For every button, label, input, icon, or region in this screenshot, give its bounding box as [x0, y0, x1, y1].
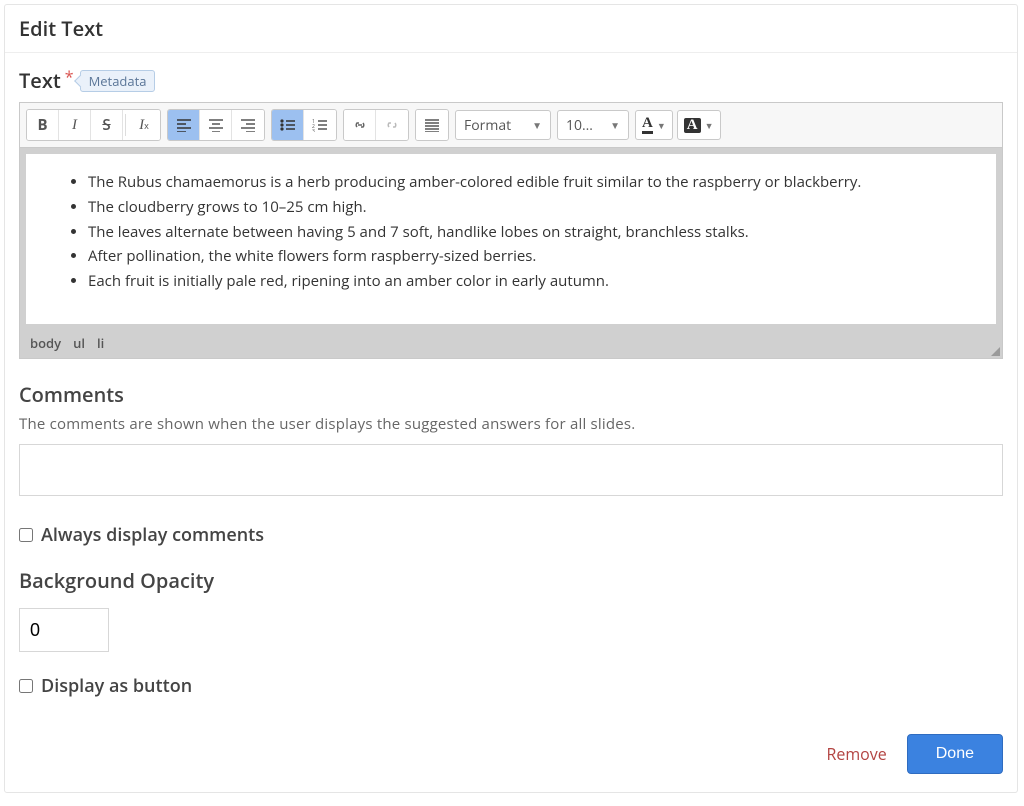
- path-segment[interactable]: body: [30, 334, 61, 352]
- block-group: [415, 109, 449, 141]
- required-asterisk: *: [65, 66, 74, 88]
- list-item: The cloudberry grows to 10–25 cm high.: [88, 195, 976, 220]
- italic-button[interactable]: I: [59, 110, 91, 140]
- text-label: Text: [19, 67, 61, 94]
- display-as-button-label: Display as button: [41, 674, 192, 698]
- align-left-icon: [176, 118, 192, 132]
- list-item: The Rubus chamaemorus is a herb producin…: [88, 170, 976, 195]
- align-group: [167, 109, 265, 141]
- align-center-button[interactable]: [200, 110, 232, 140]
- background-color-icon: A: [684, 118, 701, 133]
- comments-label: Comments: [19, 381, 1003, 408]
- unlink-button[interactable]: [376, 110, 408, 140]
- separator: [125, 114, 126, 136]
- display-as-button-checkbox[interactable]: [19, 679, 33, 693]
- list-item: The leaves alternate between having 5 an…: [88, 220, 976, 245]
- size-dropdown[interactable]: 10… ▼: [557, 110, 629, 140]
- align-right-button[interactable]: [232, 110, 264, 140]
- always-display-row[interactable]: Always display comments: [19, 523, 1003, 547]
- editor-element-path: body ul li: [20, 330, 1002, 358]
- chevron-down-icon: ▼: [610, 118, 620, 132]
- background-color-button[interactable]: A ▼: [677, 110, 721, 140]
- text-color-icon: A: [642, 116, 653, 134]
- format-dropdown[interactable]: Format ▼: [455, 110, 551, 140]
- path-segment[interactable]: ul: [73, 334, 85, 352]
- align-right-icon: [240, 118, 256, 132]
- justify-icon: [424, 118, 440, 132]
- list-group: 123: [271, 109, 337, 141]
- bold-button[interactable]: B: [27, 110, 59, 140]
- link-button[interactable]: [344, 110, 376, 140]
- display-as-button-row[interactable]: Display as button: [19, 674, 1003, 698]
- strikethrough-button[interactable]: S: [91, 110, 123, 140]
- format-dropdown-label: Format: [464, 116, 511, 135]
- rich-text-editor: B I S Ix: [19, 102, 1003, 359]
- bulleted-list-icon: [280, 118, 296, 132]
- unlink-icon: [384, 118, 400, 132]
- justify-button[interactable]: [416, 110, 448, 140]
- link-icon: [352, 118, 368, 132]
- chevron-down-icon: ▼: [657, 119, 666, 132]
- numbered-list-button[interactable]: 123: [304, 110, 336, 140]
- align-center-icon: [208, 118, 224, 132]
- remove-format-button[interactable]: Ix: [128, 110, 160, 140]
- editor-content-area[interactable]: The Rubus chamaemorus is a herb producin…: [26, 154, 996, 324]
- align-left-button[interactable]: [168, 110, 200, 140]
- bulleted-list-button[interactable]: [272, 110, 304, 140]
- panel-title: Edit Text: [5, 5, 1017, 53]
- background-opacity-label: Background Opacity: [19, 567, 1003, 594]
- list-item: Each fruit is initially pale red, ripeni…: [88, 269, 976, 294]
- metadata-chip[interactable]: Metadata: [80, 70, 156, 92]
- remove-button[interactable]: Remove: [826, 743, 886, 765]
- always-display-checkbox[interactable]: [19, 528, 33, 542]
- edit-text-panel: Edit Text Text * Metadata B I S Ix: [4, 4, 1018, 793]
- chevron-down-icon: ▼: [705, 119, 714, 132]
- bullet-list: The Rubus chamaemorus is a herb producin…: [46, 170, 976, 294]
- text-color-button[interactable]: A ▼: [635, 110, 673, 140]
- background-opacity-input[interactable]: [19, 608, 109, 652]
- path-segment[interactable]: li: [97, 334, 104, 352]
- size-dropdown-label: 10…: [566, 116, 593, 135]
- numbered-list-icon: 123: [312, 118, 328, 132]
- done-button[interactable]: Done: [907, 734, 1003, 774]
- link-group: [343, 109, 409, 141]
- chevron-down-icon: ▼: [532, 118, 542, 132]
- resize-handle-icon[interactable]: [991, 347, 1000, 356]
- list-item: After pollination, the white flowers for…: [88, 244, 976, 269]
- editor-toolbar: B I S Ix: [20, 103, 1002, 148]
- panel-body: Text * Metadata B I S Ix: [5, 53, 1017, 792]
- svg-text:3: 3: [312, 129, 315, 132]
- comments-input[interactable]: [19, 444, 1003, 496]
- footer-actions: Remove Done: [19, 734, 1003, 778]
- comments-help-text: The comments are shown when the user dis…: [19, 414, 1003, 434]
- text-field-label-row: Text * Metadata: [19, 67, 1003, 94]
- always-display-label: Always display comments: [41, 523, 264, 547]
- text-style-group: B I S Ix: [26, 109, 161, 141]
